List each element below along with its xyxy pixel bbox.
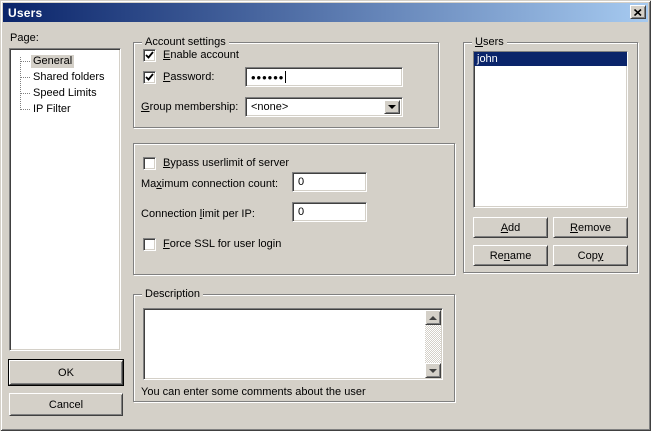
page-item-general[interactable]: General — [20, 54, 74, 68]
title-bar[interactable]: Users — [3, 3, 648, 22]
enable-account-checkbox[interactable] — [143, 49, 156, 62]
page-item-ip-filter[interactable]: IP Filter — [20, 102, 73, 116]
chevron-down-icon — [388, 105, 396, 109]
page-item-label: Shared folders — [31, 71, 107, 84]
group-membership-label: Group membership: — [141, 101, 238, 114]
tree-connector — [20, 93, 30, 94]
copy-user-button[interactable]: Copy — [553, 245, 628, 266]
user-name: john — [477, 53, 498, 65]
users-dialog: Users Page: General Shared folders Speed… — [0, 0, 651, 431]
page-tree[interactable]: General Shared folders Speed Limits IP F… — [9, 48, 121, 351]
tree-connector — [20, 61, 30, 62]
rename-user-button[interactable]: Rename — [473, 245, 548, 266]
checkmark-icon — [145, 51, 154, 60]
scroll-up-button[interactable] — [425, 310, 441, 325]
user-list-item[interactable]: john — [474, 52, 627, 66]
users-list[interactable]: john — [473, 51, 628, 208]
password-label[interactable]: Password: — [163, 71, 214, 84]
page-item-speed-limits[interactable]: Speed Limits — [20, 86, 99, 100]
password-masked-value: •••••• — [251, 71, 284, 84]
password-checkbox[interactable] — [143, 71, 156, 84]
add-user-button[interactable]: Add — [473, 217, 548, 238]
max-connection-input[interactable]: 0 — [292, 172, 367, 192]
description-hint: You can enter some comments about the us… — [141, 386, 366, 399]
page-item-shared-folders[interactable]: Shared folders — [20, 70, 107, 84]
text-caret — [285, 71, 286, 83]
ip-limit-value: 0 — [298, 206, 304, 218]
enable-account-label[interactable]: Enable account — [163, 49, 239, 62]
page-label: Page: — [10, 32, 39, 45]
page-item-label: Speed Limits — [31, 87, 99, 100]
ip-limit-input[interactable]: 0 — [292, 202, 367, 222]
ok-button[interactable]: OK — [9, 360, 123, 385]
description-title: Description — [142, 287, 203, 301]
max-connection-label: Maximum connection count: — [141, 178, 278, 191]
arrow-down-icon — [429, 369, 437, 373]
ip-limit-label: Connection limit per IP: — [141, 208, 255, 221]
account-settings-title: Account settings — [142, 35, 229, 49]
force-ssl-checkbox[interactable] — [143, 238, 156, 251]
group-membership-value: <none> — [251, 101, 288, 113]
close-icon — [634, 9, 642, 16]
description-scrollbar[interactable] — [425, 310, 441, 378]
close-button[interactable] — [630, 5, 646, 19]
max-connection-value: 0 — [298, 176, 304, 188]
group-membership-combobox[interactable]: <none> — [245, 97, 403, 117]
arrow-up-icon — [429, 316, 437, 320]
remove-user-button[interactable]: Remove — [553, 217, 628, 238]
tree-connector — [20, 109, 30, 110]
checkmark-icon — [145, 73, 154, 82]
force-ssl-label[interactable]: Force SSL for user login — [163, 238, 281, 251]
window-title: Users — [8, 6, 42, 20]
bypass-userlimit-label[interactable]: Bypass userlimit of server — [163, 157, 289, 170]
scroll-down-button[interactable] — [425, 363, 441, 378]
page-item-label: IP Filter — [31, 103, 73, 116]
dropdown-button[interactable] — [384, 100, 400, 114]
bypass-userlimit-checkbox[interactable] — [143, 157, 156, 170]
description-textarea[interactable] — [143, 308, 443, 380]
page-item-label: General — [31, 55, 74, 68]
password-input[interactable]: •••••• — [245, 67, 403, 87]
users-group-title: Users — [472, 35, 507, 49]
tree-connector — [20, 77, 30, 78]
cancel-button[interactable]: Cancel — [9, 393, 123, 416]
